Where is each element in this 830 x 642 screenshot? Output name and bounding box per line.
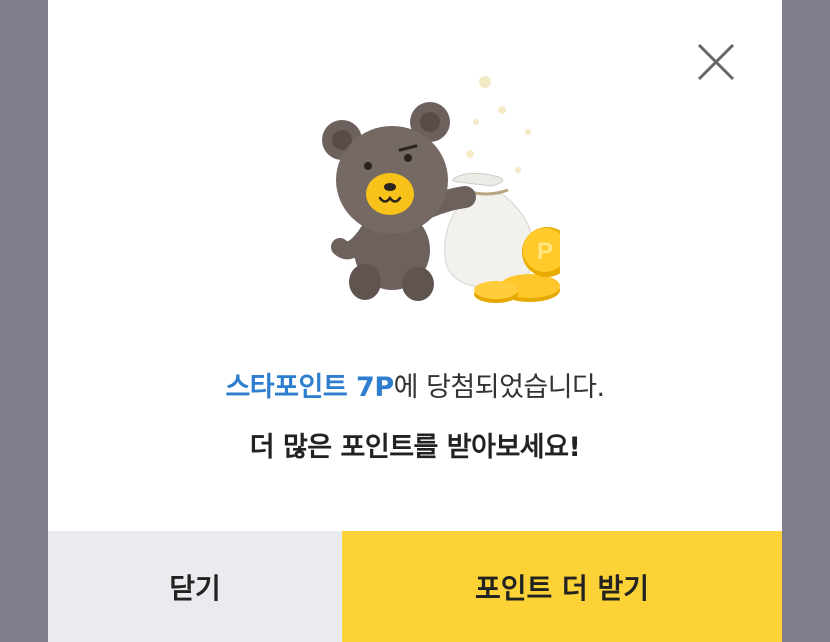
get-more-points-button[interactable]: 포인트 더 받기 [342,531,782,642]
prize-amount: 스타포인트 7P [225,372,394,403]
promo-message: 더 많은 포인트를 받아보세요! [249,432,581,463]
win-message: 스타포인트 7P에 당첨되었습니다. [48,365,782,404]
get-more-points-label: 포인트 더 받기 [474,571,650,605]
dialog-footer: 닫기 포인트 더 받기 [48,531,782,642]
svg-text:P: P [537,238,553,265]
win-message-text: 에 당첨되었습니다. [393,372,605,403]
close-button-label: 닫기 [169,571,221,605]
bear-with-money-bag-illustration: P [280,62,572,312]
close-icon[interactable] [696,42,736,82]
close-button[interactable]: 닫기 [48,531,342,642]
prize-dialog: P 스타포인트 7P에 당첨되었습니다. 더 많은 포인트를 받아보세요! 닫기… [48,0,782,642]
